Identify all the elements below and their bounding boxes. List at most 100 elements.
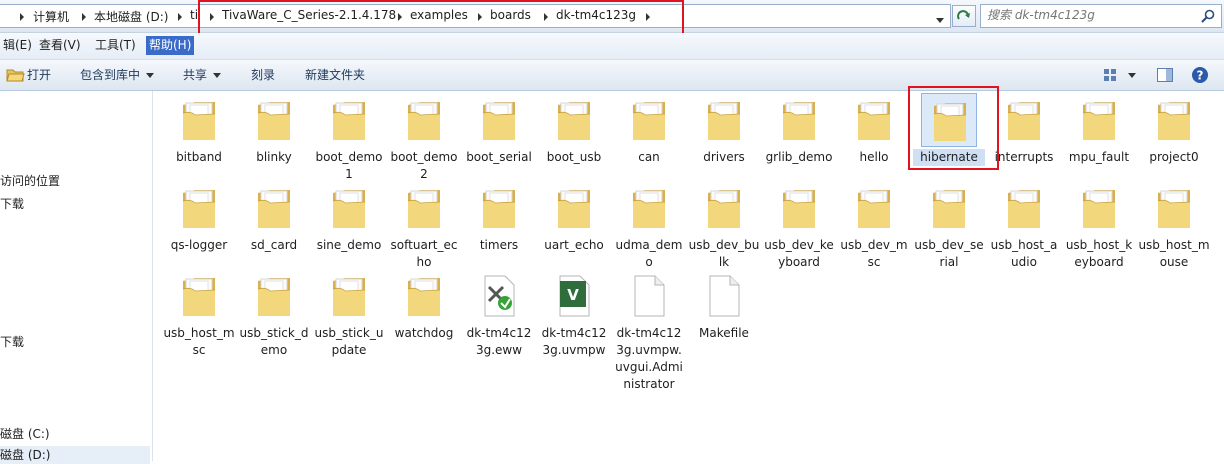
file-item[interactable]: usb_host_audio (988, 181, 1060, 271)
nav-item-recent-places[interactable]: 访问的位置 (0, 172, 60, 189)
folder-icon (396, 93, 452, 147)
address-dropdown-button[interactable] (931, 11, 949, 29)
file-item[interactable]: boot_demo1 (313, 93, 385, 183)
file-item[interactable]: boot_serial (463, 93, 535, 166)
folder-icon (321, 181, 377, 235)
preview-pane-icon[interactable] (1155, 65, 1175, 85)
help-icon[interactable]: ? (1190, 65, 1210, 85)
file-item[interactable]: bitband (163, 93, 235, 166)
folder-icon (321, 269, 377, 323)
view-options-icon[interactable] (1101, 65, 1121, 85)
file-item-label: drivers (703, 150, 745, 164)
file-item[interactable]: can (613, 93, 685, 166)
folder-icon (846, 93, 902, 147)
breadcrumb-separator[interactable] (178, 13, 182, 21)
folder-icon (621, 93, 677, 147)
folder-icon (246, 93, 302, 147)
file-item[interactable]: udma_demo (613, 181, 685, 271)
folder-icon (1146, 181, 1202, 235)
svg-text:V: V (567, 286, 579, 304)
include-in-library-button[interactable]: 包含到库中 (80, 66, 155, 84)
file-item[interactable]: usb_host_mouse (1138, 181, 1210, 271)
file-item-label: qs-logger (170, 238, 228, 252)
file-item[interactable]: sd_card (238, 181, 310, 254)
file-item[interactable]: softuart_echo (388, 181, 460, 271)
folder-icon (996, 181, 1052, 235)
file-item[interactable]: usb_host_keyboard (1063, 181, 1135, 271)
folder-icon (996, 93, 1052, 147)
menu-tools[interactable]: 工具(T) (92, 36, 139, 55)
search-box[interactable] (980, 4, 1222, 28)
file-item[interactable]: usb_dev_serial (913, 181, 985, 271)
file-item[interactable]: dk-tm4c123g.eww (463, 269, 535, 359)
new-folder-button[interactable]: 新建文件夹 (305, 66, 365, 84)
search-input[interactable] (987, 7, 1187, 23)
folder-icon (246, 269, 302, 323)
file-item-label: usb_dev_keyboard (764, 238, 834, 269)
file-item[interactable]: blinky (238, 93, 310, 166)
highlight-box-hibernate (908, 86, 999, 170)
file-item[interactable]: usb_host_msc (163, 269, 235, 359)
file-item[interactable]: dk-tm4c123g.uvmpw.uvgui.Administrator (613, 269, 685, 393)
file-item[interactable]: Vdk-tm4c123g.uvmpw (538, 269, 610, 359)
file-item-label: can (638, 150, 660, 164)
file-item[interactable]: boot_usb (538, 93, 610, 166)
file-item-label: boot_demo2 (390, 150, 458, 181)
share-button[interactable]: 共享 (183, 66, 222, 84)
file-item-label: mpu_fault (1068, 150, 1130, 164)
menu-view[interactable]: 查看(V) (36, 36, 84, 55)
burn-button[interactable]: 刻录 (251, 66, 275, 84)
file-item-label: dk-tm4c123g.uvmpw (541, 326, 607, 357)
file-item[interactable]: drivers (688, 93, 760, 166)
file-list: bitband blinky boot_demo1 boot_demo2 boot_se… (153, 91, 1224, 461)
breadcrumb-separator[interactable] (20, 13, 24, 21)
breadcrumb-ti[interactable]: ti (190, 8, 198, 22)
chevron-down-icon[interactable] (1128, 73, 1136, 78)
open-button[interactable]: 打开 (27, 66, 51, 84)
file-item-label: usb_dev_serial (914, 238, 984, 269)
search-icon[interactable] (1200, 8, 1216, 24)
file-item[interactable]: project0 (1138, 93, 1210, 166)
nav-item-downloads[interactable]: 下载 (0, 195, 24, 212)
breadcrumb-separator[interactable] (82, 13, 86, 21)
file-item[interactable]: hello (838, 93, 910, 166)
file-item[interactable]: usb_dev_keyboard (763, 181, 835, 271)
file-icon (696, 269, 752, 323)
file-item[interactable]: usb_stick_demo (238, 269, 310, 359)
nav-item-downloads[interactable]: 下载 (0, 333, 24, 350)
file-item[interactable]: usb_dev_bulk (688, 181, 760, 271)
file-item[interactable]: watchdog (388, 269, 460, 342)
file-item-label: usb_host_mouse (1138, 238, 1210, 269)
file-item[interactable]: uart_echo (538, 181, 610, 254)
file-item[interactable]: mpu_fault (1063, 93, 1135, 166)
file-item[interactable]: grlib_demo (763, 93, 835, 166)
nav-item-drive-d[interactable]: 磁盘 (D:) (0, 446, 150, 464)
file-item[interactable]: usb_dev_msc (838, 181, 910, 271)
chevron-down-icon (936, 18, 944, 23)
file-item[interactable]: timers (463, 181, 535, 254)
file-item-label: sine_demo (316, 238, 382, 252)
file-item[interactable]: sine_demo (313, 181, 385, 254)
menu-edit[interactable]: 辑(E) (0, 36, 35, 55)
file-item[interactable]: qs-logger (163, 181, 235, 254)
file-item-label: dk-tm4c123g.eww (466, 326, 532, 357)
file-item-label: udma_demo (615, 238, 683, 269)
breadcrumb-drive-d[interactable]: 本地磁盘 (D:) (94, 8, 168, 25)
file-item[interactable]: Makefile (688, 269, 760, 342)
refresh-button[interactable] (952, 5, 976, 27)
breadcrumb-computer[interactable]: 计算机 (33, 8, 69, 25)
folder-icon (246, 181, 302, 235)
folder-icon (696, 181, 752, 235)
folder-icon (171, 93, 227, 147)
file-item-label: usb_host_audio (990, 238, 1058, 269)
menu-help[interactable]: 帮助(H) (146, 36, 195, 55)
navigation-pane: 访问的位置 下载 下载 磁盘 (C:) 磁盘 (D:) (0, 91, 153, 464)
nav-item-drive-c[interactable]: 磁盘 (C:) (0, 425, 50, 442)
file-item-label: usb_host_keyboard (1065, 238, 1133, 269)
folder-icon (321, 93, 377, 147)
file-item-label: usb_host_msc (163, 326, 235, 357)
file-item[interactable]: usb_stick_update (313, 269, 385, 359)
file-item[interactable]: boot_demo2 (388, 93, 460, 183)
folder-icon (546, 93, 602, 147)
file-item-label: dk-tm4c123g.uvmpw.uvgui.Administrator (615, 326, 683, 391)
